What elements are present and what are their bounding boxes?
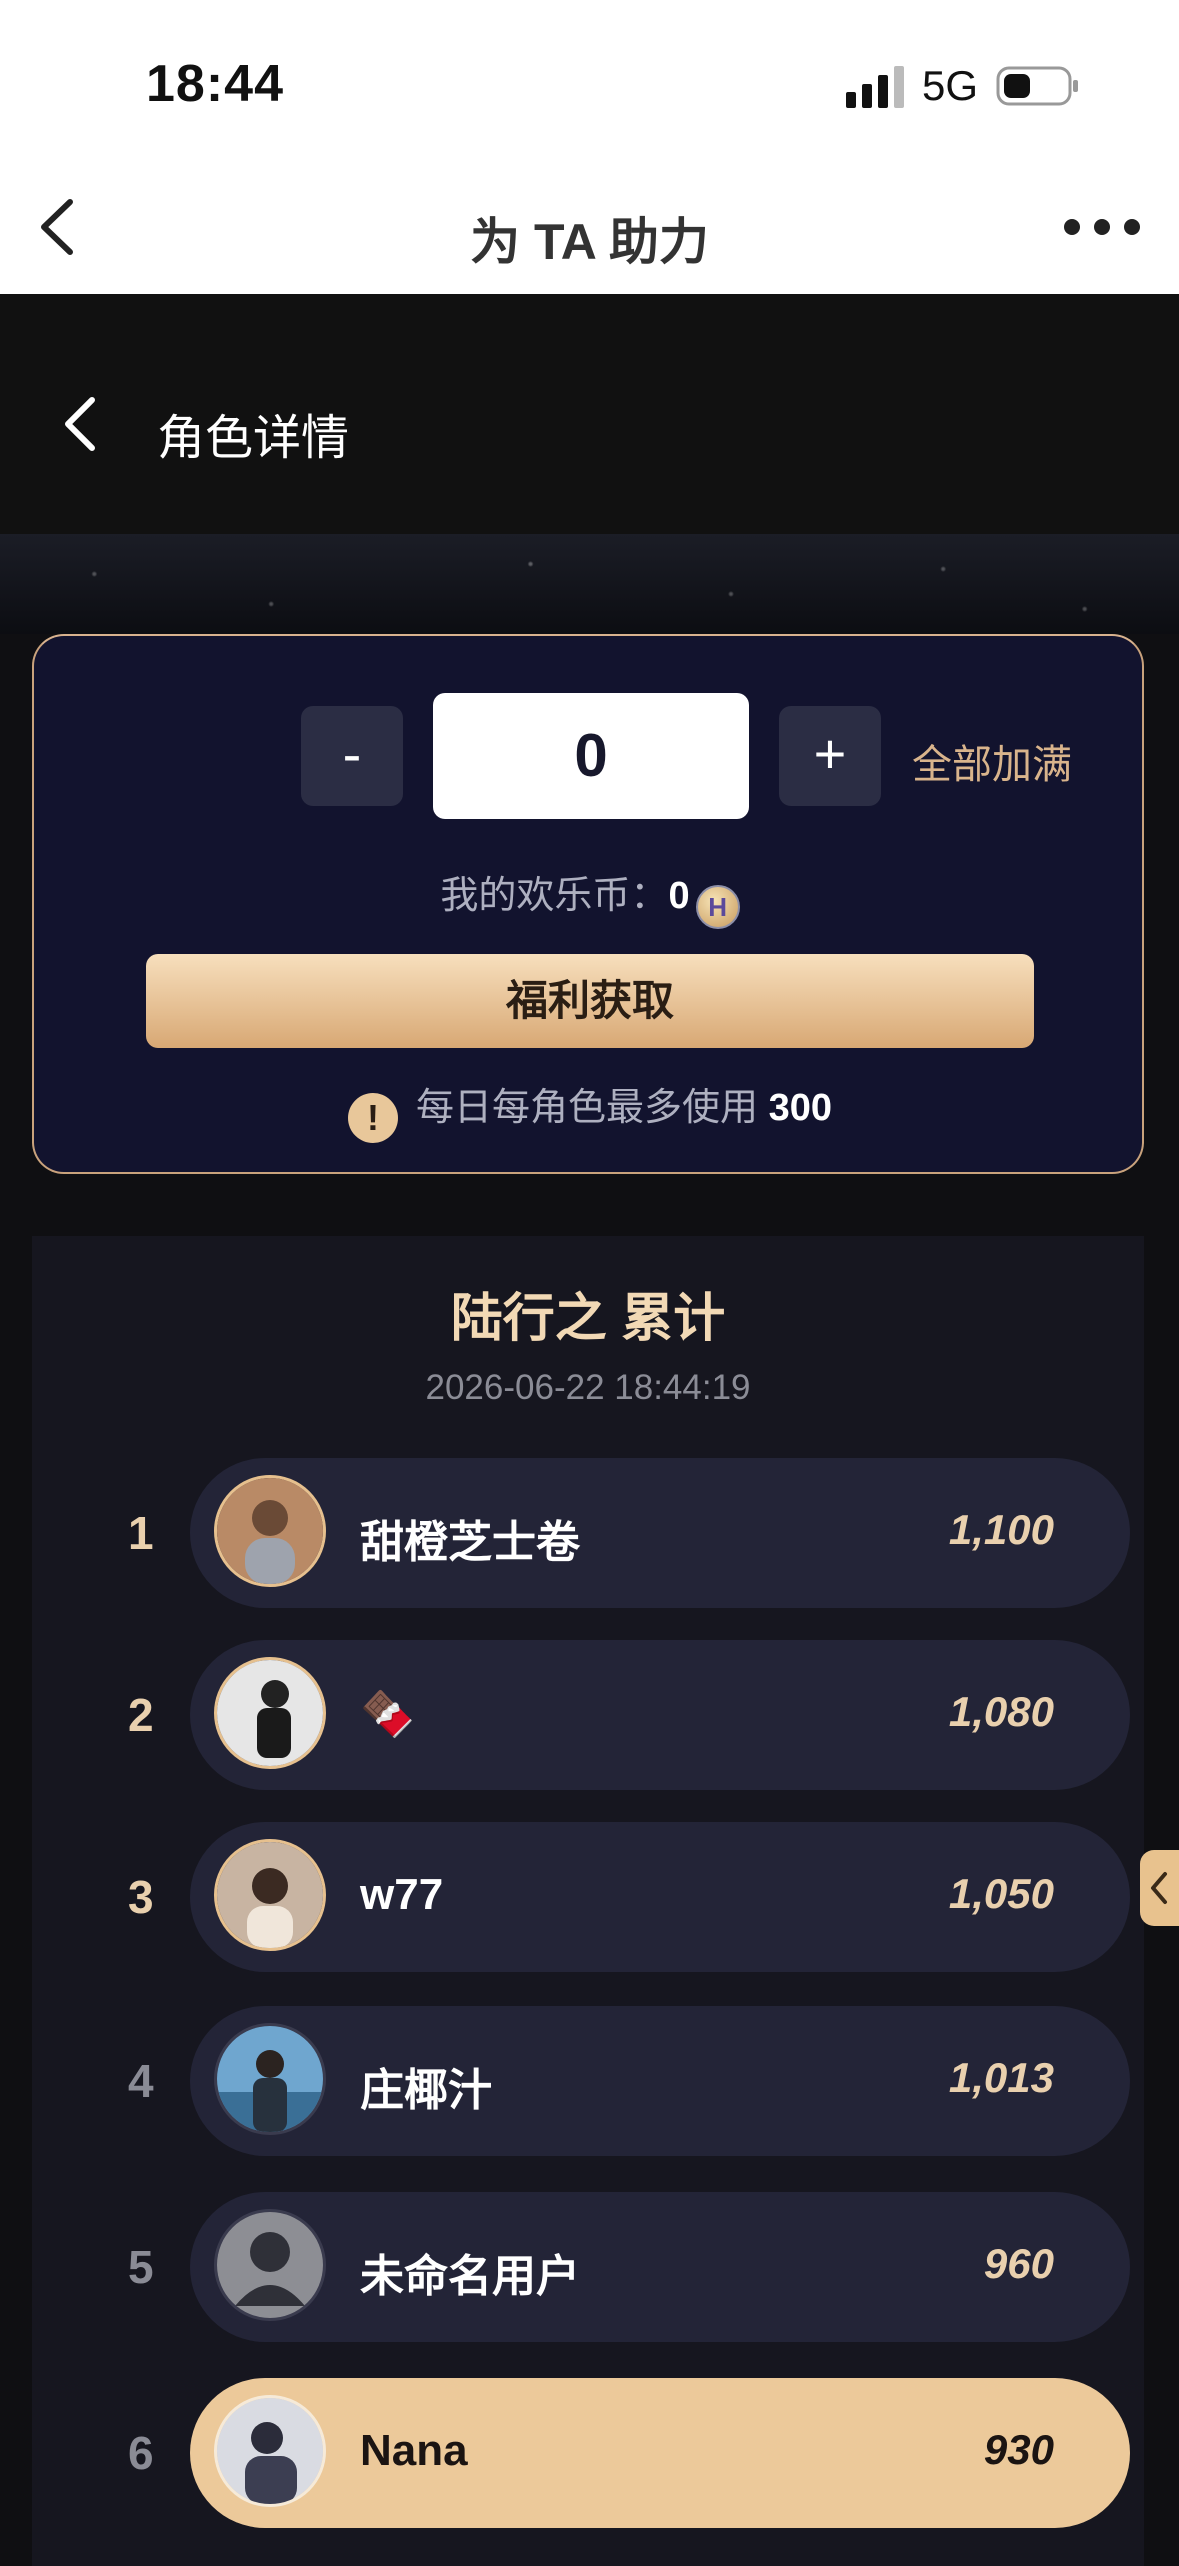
nav-bar: 为 TA 助力 [0,160,1179,294]
rank-pill[interactable]: w77 1,050 [190,1822,1130,1972]
status-time: 18:44 [146,55,284,113]
default-avatar[interactable] [214,2209,326,2321]
rank-number: 4 [128,2055,154,2107]
user-name: 庄椰汁 [360,2066,492,2115]
signal-icon [846,66,904,108]
rank-number: 3 [128,1871,154,1923]
list-item[interactable]: 3 w77 1,050 [32,1822,1144,1972]
rank-pill[interactable]: 甜橙芝士卷 1,100 [190,1458,1130,1608]
list-item[interactable]: 4 庄椰汁 1,013 [32,2006,1144,2156]
get-bonus-button[interactable]: 福利获取 [146,954,1034,1048]
coin-balance-label: 我的欢乐币： [440,875,669,917]
avatar[interactable] [214,1657,326,1769]
user-score: 1,050 [948,1870,1054,1917]
decrease-button[interactable]: - [301,706,403,806]
page-title: 为 TA 助力 [470,214,709,270]
support-card: - 0 + 全部加满 我的欢乐币：0 H 福利获取 ! 每日每角色最多使用 300 [32,634,1144,1174]
ranking-panel: 陆行之 累计 2026-06-22 18:44:19 1 甜橙芝士卷 1,100… [32,1236,1144,2566]
coin-balance-value: 0 [668,875,690,917]
rank-number: 1 [128,1507,154,1559]
warning-icon: ! [348,1093,398,1143]
role-header: 角色详情 [0,294,1179,534]
battery-icon [996,66,1078,106]
avatar[interactable] [214,2395,326,2507]
banner-image [0,534,1179,634]
user-score: 930 [983,2426,1054,2473]
coin-balance: 我的欢乐币：0 H [34,864,1146,929]
notice-text: 每日每角色最多使用 [416,1087,759,1129]
fill-all-button[interactable]: 全部加满 [912,732,1072,790]
side-expand-tab[interactable] [1140,1850,1179,1926]
user-score: 1,080 [948,1688,1054,1735]
avatar[interactable] [214,2023,326,2135]
avatar[interactable] [214,1839,326,1951]
status-bar: 18:44 5G [0,0,1179,160]
user-score: 960 [983,2240,1054,2287]
rank-pill[interactable]: 庄椰汁 1,013 [190,2006,1130,2156]
user-name: 未命名用户 [360,2252,580,2301]
rank-pill[interactable]: 🍫 1,080 [190,1640,1130,1790]
chevron-left-icon [1151,1872,1167,1904]
list-item[interactable]: 2 🍫 1,080 [32,1640,1144,1790]
rank-number: 5 [128,2241,154,2293]
user-score: 1,100 [948,1506,1054,1553]
quantity-input[interactable]: 0 [433,693,749,819]
ranking-timestamp: 2026-06-22 18:44:19 [425,1368,751,1407]
user-name: 🍫 [360,1690,415,1739]
daily-limit-notice: ! 每日每角色最多使用 300 [34,1076,1146,1143]
rank-number: 6 [128,2427,154,2479]
user-name: 甜橙芝士卷 [360,1518,580,1567]
header-back-icon[interactable] [56,394,106,454]
user-icon [217,2212,323,2318]
my-rank-pill[interactable]: Nana 930 [190,2378,1130,2528]
increase-button[interactable]: + [779,706,881,806]
list-item[interactable]: 1 甜橙芝士卷 1,100 [32,1458,1144,1608]
notice-limit: 300 [768,1087,832,1129]
my-rank-item[interactable]: 6 Nana 930 [32,2378,1144,2528]
rank-pill[interactable]: 未命名用户 960 [190,2192,1130,2342]
list-item[interactable]: 5 未命名用户 960 [32,2192,1144,2342]
user-score: 1,013 [948,2054,1054,2101]
avatar[interactable] [214,1475,326,1587]
header-title: 角色详情 [157,412,350,465]
more-icon[interactable] [1060,212,1144,242]
ranking-title: 陆行之 累计 [450,1290,726,1348]
rank-number: 2 [128,1689,154,1741]
coin-icon: H [695,885,740,929]
network-type: 5G [922,62,979,109]
user-name: w77 [360,1870,444,1919]
user-name: Nana [360,2426,468,2475]
